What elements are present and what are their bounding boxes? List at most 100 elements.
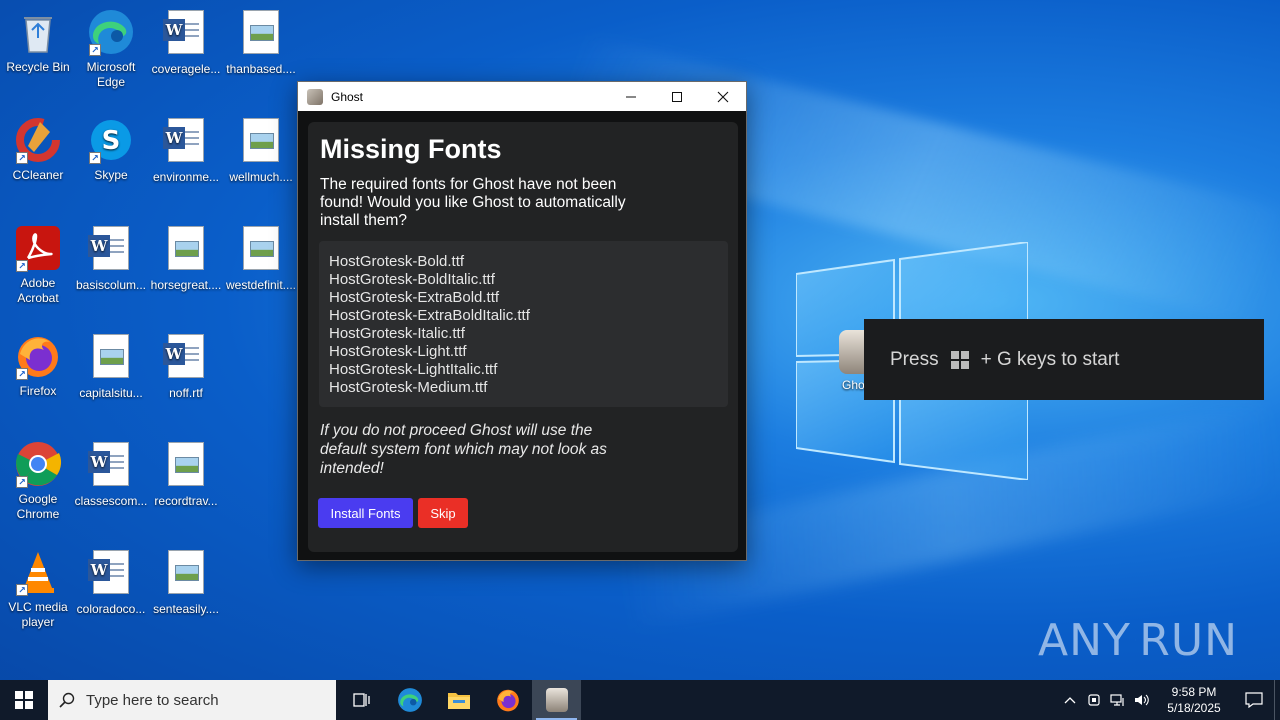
window-title: Ghost [331,89,364,104]
image-file-icon [162,226,210,274]
desktop-icon-label: coloradoco... [76,602,146,616]
volume-icon[interactable] [1130,693,1154,707]
device-icon[interactable] [1082,693,1106,707]
desktop-icon-label: senteasily.... [153,602,219,616]
taskbar-firefox-button[interactable] [483,680,532,720]
desktop-icon-westdefinit[interactable]: westdefinit.... [223,224,299,293]
search-placeholder: Type here to search [86,691,219,709]
desktop-icon-label: basiscolum... [75,278,147,292]
desktop-icon-label: Skype [94,168,128,182]
desktop-icon-label: environme... [152,170,220,184]
desktop-icon-microsoft-edge[interactable]: ↗ Microsoft Edge [73,8,149,90]
task-view-button[interactable] [336,680,385,720]
taskbar: Type here to search 9:58 PM 5/18/2025 [0,680,1280,720]
shortcut-arrow-icon: ↗ [16,584,28,596]
missing-fonts-panel: Missing Fonts The required fonts for Gho… [308,122,738,552]
firefox-icon [496,689,519,712]
ghost-app-icon [307,88,323,105]
taskbar-search-box[interactable]: Type here to search [48,680,336,720]
dialog-heading: Missing Fonts [320,134,502,164]
desktop-icon-capitalsitu[interactable]: capitalsitu... [73,332,149,401]
firefox-icon: ↗ [14,332,62,380]
clock-date: 5/18/2025 [1167,701,1221,715]
ghost-app-icon [545,688,568,712]
list-item: HostGrotesk-ExtraBold.ttf [329,289,500,306]
desktop-icon-adobe-acrobat[interactable]: ↗ Adobe Acrobat [0,224,76,306]
desktop-icon-label: recordtrav... [154,494,218,508]
shortcut-arrow-icon: ↗ [16,260,28,272]
desktop-icon-google-chrome[interactable]: ↗ Google Chrome [0,440,76,522]
folder-icon [447,693,470,709]
word-doc-icon: W [87,442,135,490]
minimize-button[interactable] [608,82,654,111]
start-button[interactable] [0,680,48,720]
install-fonts-button[interactable]: Install Fonts [318,498,413,528]
desktop-icon-label: VLC media player [8,600,68,629]
toast-suffix: + G keys to start [980,348,1120,370]
word-doc-icon: W [87,550,135,598]
list-item: HostGrotesk-Medium.ttf [329,379,488,396]
list-item: HostGrotesk-ExtraBoldItalic.ttf [329,307,530,324]
minimize-icon [626,96,636,97]
desktop-icon-senteasily[interactable]: senteasily.... [148,548,224,617]
desktop-icon-label: CCleaner [12,168,64,182]
taskbar-clock[interactable]: 9:58 PM 5/18/2025 [1158,684,1230,716]
maximize-button[interactable] [654,82,700,111]
taskbar-file-explorer-button[interactable] [434,680,483,720]
window-titlebar[interactable]: Ghost [298,82,746,111]
windows-key-icon [950,350,969,369]
chrome-icon: ↗ [14,440,62,488]
desktop-icon-label: coveragele... [151,62,221,76]
clock-time: 9:58 PM [1171,685,1217,699]
vlc-icon: ↗ [14,548,62,596]
desktop-icon-skype[interactable]: S ↗ Skype [73,116,149,183]
shortcut-arrow-icon: ↗ [89,44,101,56]
task-view-icon [352,693,370,707]
skip-button[interactable]: Skip [418,498,468,528]
desktop-icon-recycle-bin[interactable]: Recycle Bin [0,8,76,75]
ghost-window: Ghost Missing Fonts The required fonts f… [297,81,747,561]
notification-icon [1245,692,1263,708]
desktop-icon-wellmuch[interactable]: wellmuch.... [223,116,299,185]
desktop-icon-firefox[interactable]: ↗ Firefox [0,332,76,399]
desktop-icon-coloradoco[interactable]: W coloradoco... [73,548,149,617]
maximize-icon [672,91,682,102]
network-icon[interactable] [1106,693,1130,707]
watermark-right: RUN [1139,614,1238,666]
word-doc-icon: W [162,118,210,166]
desktop-icon-noff[interactable]: W noff.rtf [148,332,224,401]
close-button[interactable] [700,82,746,111]
action-center-button[interactable] [1234,692,1274,708]
shortcut-arrow-icon: ↗ [16,476,28,488]
game-bar-toast: Press + G keys to start [864,319,1264,400]
ccleaner-icon: ↗ [14,116,62,164]
taskbar-edge-button[interactable] [385,680,434,720]
desktop-icon-classescom[interactable]: W classescom... [73,440,149,509]
show-desktop-button[interactable] [1274,680,1280,720]
desktop-icon-thanbased[interactable]: thanbased.... [223,8,299,77]
svg-text:S: S [102,126,121,156]
image-file-icon [87,334,135,382]
desktop-icon-ccleaner[interactable]: ↗ CCleaner [0,116,76,183]
acrobat-icon: ↗ [14,224,62,272]
list-item: HostGrotesk-Light.ttf [329,343,467,360]
desktop-icon-horsegreat[interactable]: horsegreat.... [148,224,224,293]
desktop-icon-label: Google Chrome [16,492,60,521]
desktop-icon-vlc[interactable]: ↗ VLC media player [0,548,76,630]
desktop-icon-basiscolum[interactable]: W basiscolum... [73,224,149,293]
system-tray: 9:58 PM 5/18/2025 [1058,680,1280,720]
desktop-icon-label: Recycle Bin [6,60,70,74]
list-item: HostGrotesk-LightItalic.ttf [329,361,498,378]
taskbar-ghost-button[interactable] [532,680,581,720]
word-doc-icon: W [162,334,210,382]
desktop-icon-label: westdefinit.... [225,278,297,292]
desktop-icon-environme[interactable]: W environme... [148,116,224,185]
desktop-icon-label: Adobe Acrobat [17,276,59,305]
chevron-up-icon[interactable] [1058,696,1082,704]
missing-font-list: HostGrotesk-Bold.ttf HostGrotesk-BoldIta… [319,241,728,407]
edge-icon: ↗ [87,8,135,56]
desktop-icon-coveragele[interactable]: W coveragele... [148,8,224,77]
desktop-icon-recordtrav[interactable]: recordtrav... [148,440,224,509]
skype-icon: S ↗ [87,116,135,164]
shortcut-arrow-icon: ↗ [16,152,28,164]
